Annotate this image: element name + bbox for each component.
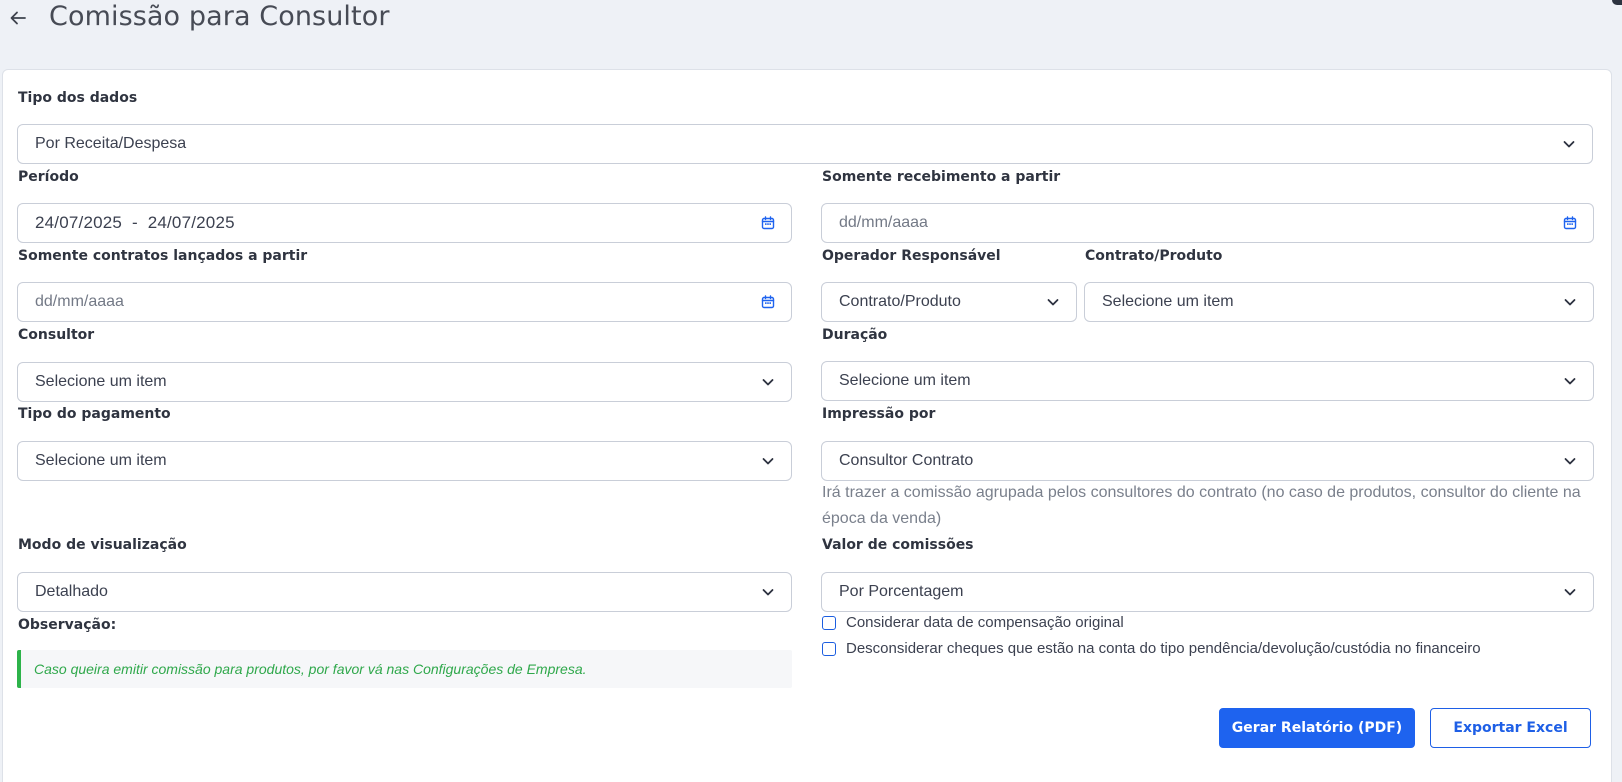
modo-visualizacao-select[interactable]: Detalhado [17,572,792,612]
chevron-down-icon [759,452,777,470]
contrato-produto-label: Contrato/Produto [1085,248,1223,264]
periodo-separator: - [131,213,138,232]
considerar-data-compensacao-label: Considerar data de compensação original [846,614,1124,631]
duracao-label: Duração [822,327,888,343]
chevron-down-icon [1561,583,1579,601]
observacao-alert: Caso queira emitir comissão para produto… [17,650,792,688]
impressao-label: Impressão por [822,406,936,422]
somente-recebimento-label: Somente recebimento a partir [822,169,1061,185]
chevron-down-icon [1560,135,1578,153]
consultor-value: Selecione um item [35,373,167,390]
modo-visualizacao-label: Modo de visualização [18,537,187,553]
periodo-value: 24/07/2025 - 24/07/2025 [35,213,759,233]
calendar-icon[interactable] [1561,214,1579,232]
periodo-start: 24/07/2025 [35,213,123,232]
tipo-pagamento-value: Selecione um item [35,452,167,469]
operador-value: Contrato/Produto [839,293,961,310]
impressao-value: Consultor Contrato [839,452,974,469]
chevron-down-icon [1561,372,1579,390]
operador-label: Operador Responsável [822,248,1001,264]
back-button[interactable] [4,4,32,32]
periodo-date-range-input[interactable]: 24/07/2025 - 24/07/2025 [17,203,792,243]
periodo-end: 24/07/2025 [147,213,235,232]
valor-comissoes-select[interactable]: Por Porcentagem [821,572,1594,612]
operador-select[interactable]: Contrato/Produto [821,282,1077,322]
considerar-data-compensacao-checkbox-row[interactable]: Considerar data de compensação original [822,614,1124,631]
impressao-help-text: Irá trazer a comissão agrupada pelos con… [822,484,1581,527]
duracao-value: Selecione um item [839,372,971,389]
observacao-label: Observação: [18,617,117,633]
gerar-relatorio-pdf-button[interactable]: Gerar Relatório (PDF) [1219,708,1415,748]
duracao-select[interactable]: Selecione um item [821,361,1594,401]
contrato-produto-select[interactable]: Selecione um item [1084,282,1594,322]
tipo-pagamento-label: Tipo do pagamento [18,406,171,422]
tipo-pagamento-select[interactable]: Selecione um item [17,441,792,481]
desconsiderar-cheques-checkbox-row[interactable]: Desconsiderar cheques que estão na conta… [822,640,1481,657]
exportar-excel-button[interactable]: Exportar Excel [1430,708,1591,748]
observacao-text: Caso queira emitir comissão para produto… [34,661,587,677]
consultor-select[interactable]: Selecione um item [17,362,792,402]
desconsiderar-cheques-label: Desconsiderar cheques que estão na conta… [846,640,1481,657]
chevron-down-icon [759,373,777,391]
somente-contratos-placeholder: dd/mm/aaaa [35,293,124,310]
tipo-dados-label: Tipo dos dados [18,90,138,106]
chevron-down-icon [1044,293,1062,311]
modo-visualizacao-value: Detalhado [35,583,108,600]
desconsiderar-cheques-checkbox[interactable] [822,641,836,656]
chevron-down-icon [1561,293,1579,311]
periodo-label: Período [18,169,79,185]
valor-comissoes-value: Por Porcentagem [839,583,964,600]
valor-comissoes-label: Valor de comissões [822,537,974,553]
contrato-produto-value: Selecione um item [1102,293,1234,310]
somente-recebimento-date-input[interactable]: dd/mm/aaaa [821,203,1594,243]
somente-contratos-date-input[interactable]: dd/mm/aaaa [17,282,792,322]
tipo-dados-value: Por Receita/Despesa [35,135,187,152]
tipo-dados-select[interactable]: Por Receita/Despesa [17,124,1593,164]
chevron-down-icon [1561,452,1579,470]
page-header: Comissão para Consultor [0,0,1622,40]
calendar-icon[interactable] [759,214,777,232]
somente-recebimento-placeholder: dd/mm/aaaa [839,214,928,231]
arrow-left-icon [10,11,26,25]
chevron-down-icon [759,583,777,601]
somente-contratos-label: Somente contratos lançados a partir [18,248,308,264]
considerar-data-compensacao-checkbox[interactable] [822,615,836,630]
consultor-label: Consultor [18,327,95,343]
calendar-icon[interactable] [759,293,777,311]
impressao-select[interactable]: Consultor Contrato [821,441,1594,481]
page-title: Comissão para Consultor [49,1,390,32]
